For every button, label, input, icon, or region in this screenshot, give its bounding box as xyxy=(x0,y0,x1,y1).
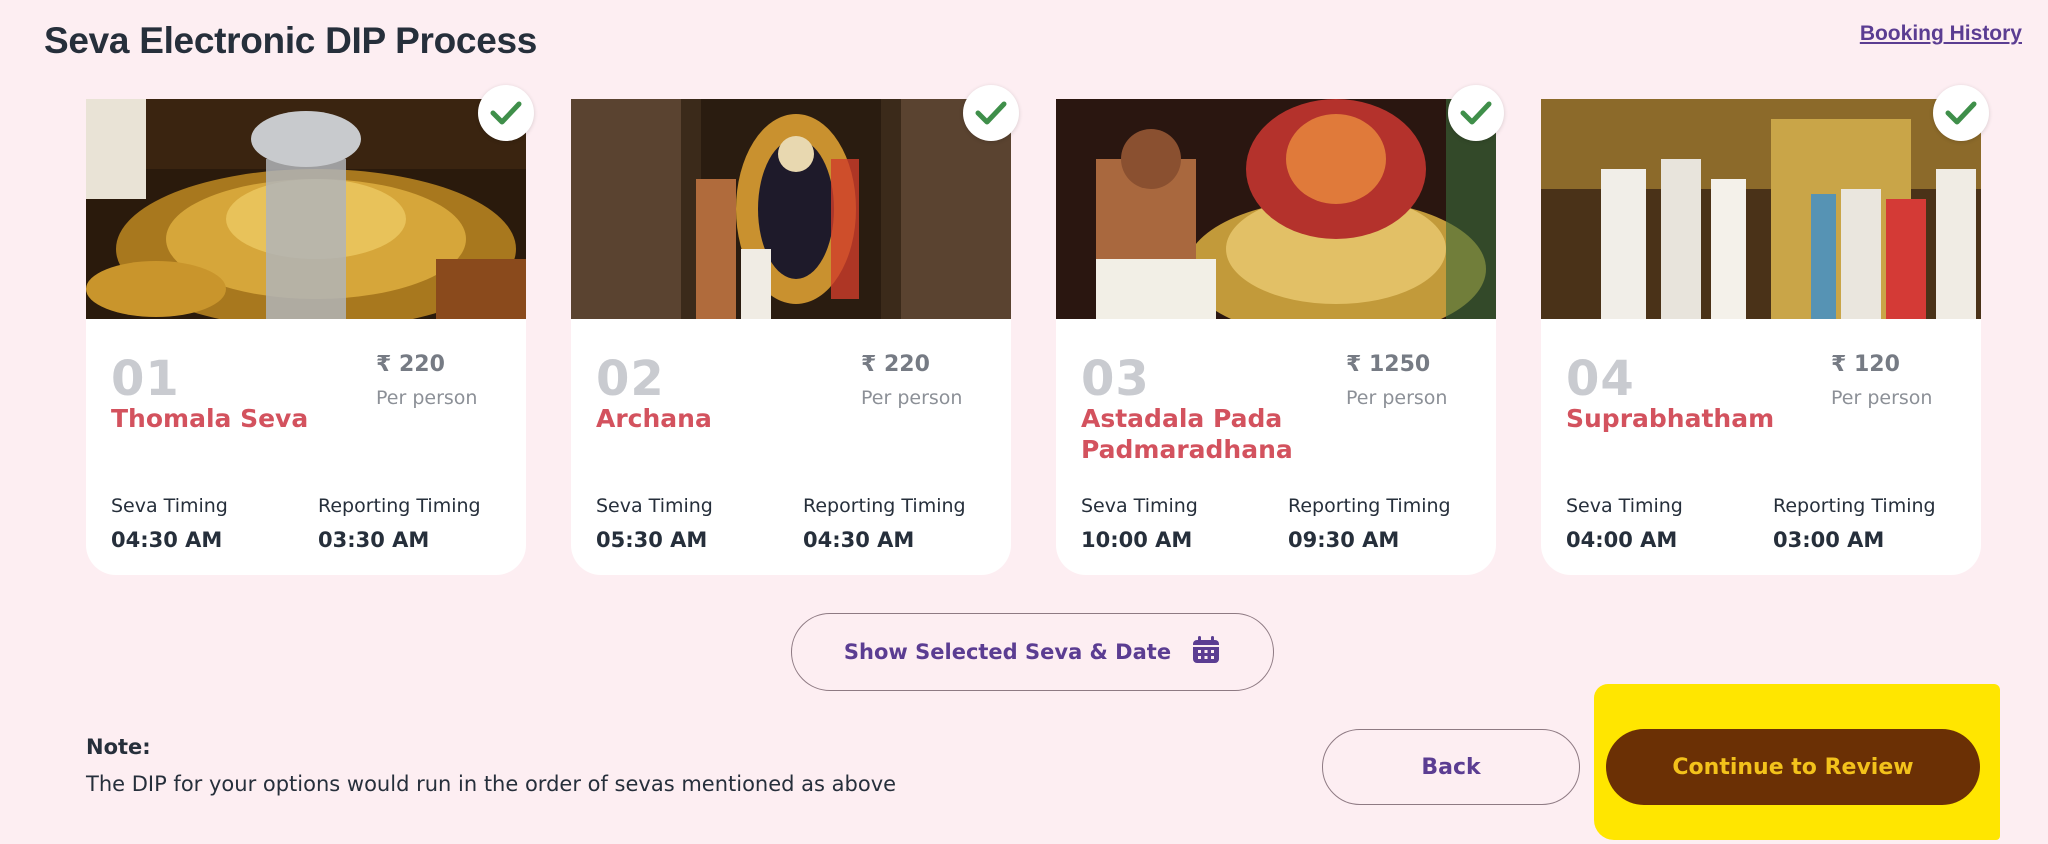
reporting-timing-value: 09:30 AM xyxy=(1288,528,1400,552)
reporting-timing-label: Reporting Timing xyxy=(1773,495,1936,517)
seva-number: 04 xyxy=(1566,351,1635,407)
seva-card-archana[interactable]: 02 Archana ₹ 220 Per person Seva Timing … xyxy=(571,85,1019,575)
page-title: Seva Electronic DIP Process xyxy=(44,20,538,61)
per-person-label: Per person xyxy=(1346,387,1448,409)
check-icon[interactable] xyxy=(963,85,1019,141)
seva-price: ₹ 120 xyxy=(1831,352,1900,377)
seva-name: Suprabhatham xyxy=(1566,404,1775,433)
seva-timing-value: 10:00 AM xyxy=(1081,528,1193,552)
continue-to-review-button[interactable]: Continue to Review xyxy=(1606,729,1980,805)
reporting-timing-value: 03:00 AM xyxy=(1773,528,1885,552)
seva-image xyxy=(1056,99,1496,319)
per-person-label: Per person xyxy=(376,387,478,409)
reporting-timing-label: Reporting Timing xyxy=(318,495,481,517)
seva-timing-label: Seva Timing xyxy=(1566,495,1683,517)
reporting-timing-label: Reporting Timing xyxy=(803,495,966,517)
seva-number: 03 xyxy=(1081,351,1150,407)
seva-price: ₹ 1250 xyxy=(1346,352,1431,377)
seva-card-suprabhatham[interactable]: 04 Suprabhatham ₹ 120 Per person Seva Ti… xyxy=(1541,85,1989,575)
seva-timing-value: 05:30 AM xyxy=(596,528,708,552)
per-person-label: Per person xyxy=(1831,387,1933,409)
calendar-icon xyxy=(1191,635,1221,670)
reporting-timing-value: 04:30 AM xyxy=(803,528,915,552)
seva-name: Thomala Seva xyxy=(111,404,309,433)
seva-timing-value: 04:00 AM xyxy=(1566,528,1678,552)
seva-timing-value: 04:30 AM xyxy=(111,528,223,552)
reporting-timing-label: Reporting Timing xyxy=(1288,495,1451,517)
seva-timing-label: Seva Timing xyxy=(1081,495,1198,517)
back-button[interactable]: Back xyxy=(1322,729,1580,805)
seva-image xyxy=(1541,99,1981,319)
seva-timing-label: Seva Timing xyxy=(596,495,713,517)
seva-price: ₹ 220 xyxy=(861,352,930,377)
seva-price: ₹ 220 xyxy=(376,352,445,377)
seva-name: Archana xyxy=(596,404,712,433)
reporting-timing-value: 03:30 AM xyxy=(318,528,430,552)
show-selected-label: Show Selected Seva & Date xyxy=(843,640,1172,664)
note-text: The DIP for your options would run in th… xyxy=(86,772,897,796)
check-icon[interactable] xyxy=(478,85,534,141)
seva-image xyxy=(571,99,1011,319)
seva-card-thomala[interactable]: 01 Thomala Seva ₹ 220 Per person Seva Ti… xyxy=(86,85,534,575)
seva-image xyxy=(86,99,526,319)
check-icon[interactable] xyxy=(1448,85,1504,141)
show-selected-seva-button[interactable]: Show Selected Seva & Date xyxy=(791,613,1274,691)
per-person-label: Per person xyxy=(861,387,963,409)
seva-number: 01 xyxy=(111,351,180,407)
seva-number: 02 xyxy=(596,351,665,407)
seva-timing-label: Seva Timing xyxy=(111,495,228,517)
seva-name: Astadala Pada Padmaradhana xyxy=(1081,404,1293,464)
seva-cards: 01 Thomala Seva ₹ 220 Per person Seva Ti… xyxy=(86,85,1989,575)
check-icon[interactable] xyxy=(1933,85,1989,141)
booking-history-link[interactable]: Booking History xyxy=(1860,22,2022,46)
note-title: Note: xyxy=(86,735,151,759)
seva-card-astadala[interactable]: 03 Astadala Pada Padmaradhana ₹ 1250 Per… xyxy=(1056,85,1504,575)
